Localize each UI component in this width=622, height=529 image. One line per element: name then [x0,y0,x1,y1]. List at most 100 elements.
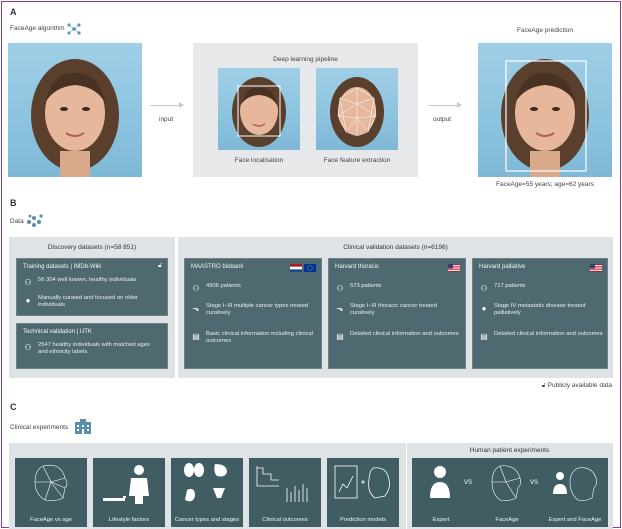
technical-line1-row: ⚇ 2547 healthy individuals with matched … [23,342,161,356]
publicly-available-note: 🔓︎ Publicly available data [542,382,612,390]
prediction-title: FaceAge prediction [516,27,573,34]
face-localisation-photo [218,68,300,150]
tile-faceage-vs-age-label: FaceAge vs age [30,516,72,523]
clinical-record-icon: ▤ [192,331,200,341]
maastro-patients-row: ⚇ 4906 patients [191,283,241,293]
output-label: output [433,116,452,123]
face-feature-extraction-caption: Face feature extraction [323,157,391,164]
maastro-line3: Basic clinical information including cli… [206,331,313,344]
expert-label: Expert [432,517,450,523]
hospital-icon [74,418,92,434]
maastro-patients: 4906 patients [206,283,241,289]
maastro-line2: Stage I–III multiple cancer types treate… [206,303,309,316]
human-experiments-icons [430,465,597,501]
training-line1: 56 304 well known, healthy individuals [38,277,137,283]
faceage-label: FaceAge [495,517,519,523]
vs-label-1: VS [464,480,473,486]
publicly-available-text: Publicly available data [547,382,612,389]
us-flag-icon [590,264,602,272]
outcomes-chart-icon [256,466,308,502]
input-face-photo [8,43,142,177]
treatment-icon: ⬎ [336,303,344,313]
input-label: input [159,116,174,123]
data-label: Data [10,218,24,225]
training-line2: Manually curated and focused on older in… [38,295,138,308]
treatment-icon: ⬎ [192,303,200,313]
harvard-thoracic-patients: 573 patients [350,283,382,289]
clinical-validation-title: Clinical validation datasets (n=6196) [343,244,448,251]
training-line1-row: ⚇ 56 304 well known, healthy individuals [23,277,136,287]
human-experiments-tile: VS VS Expert FaceAge Expert and FaceAge [412,458,608,527]
harvard-thoracic-line2-row: ⬎ Stage I–III thoracic cancer treated cu… [335,303,461,317]
clinical-record-icon: ▤ [336,331,344,341]
open-lock-icon: 🔓︎ [541,382,546,389]
output-arrowhead [457,102,462,108]
data-cluster-icon [25,212,45,228]
harvard-palliative-line2: Stage IV metastatic disease treated pall… [494,303,586,316]
harvard-thoracic-card: Harvard thoracic ⚇ 573 patients ⬎ Stage … [328,258,466,369]
tile-cancer-types: Cancer types and stages [171,458,243,527]
input-arrowhead [179,102,184,108]
harvard-palliative-line3-row: ▤ Detailed clinical information and outc… [479,331,603,341]
tile-clinical-outcomes: Clinical outcomes [249,458,321,527]
face-feature-extraction-photo [316,68,398,150]
group-icon: ⚇ [24,277,32,287]
maastro-title: MAASTRO biobank [191,264,244,270]
tile-lifestyle-factors-label: Lifestyle factors [108,516,150,523]
network-icon [67,22,81,36]
section-a-letter: A [10,7,17,17]
training-dataset-card: Training datasets | IMDb-Wiki 🔓︎ ⚇ 56 30… [16,258,168,316]
tile-cancer-types-label: Cancer types and stages [174,516,240,523]
harvard-palliative-title: Harvard palliative [479,264,526,270]
maastro-line2-row: ⬎ Stage I–III multiple cancer types trea… [191,303,317,317]
harvard-palliative-patients: 717 patients [494,283,526,289]
harvard-palliative-line2-row: ● Stage IV metastatic disease treated pa… [479,303,603,317]
input-arrow [150,105,182,106]
faceage-algorithm-label: FaceAge algorithm [10,25,65,32]
technical-validation-card: Technical validation | UTK ⚇ 2547 health… [16,323,168,369]
section-b-letter: B [10,198,17,208]
tile-prediction-models: Prediction models [327,458,399,527]
harvard-palliative-patients-row: ⚇ 717 patients [479,283,526,293]
harvard-thoracic-line3-row: ▤ Detailed clinical information and outc… [335,331,461,341]
tile-clinical-outcomes-label: Clinical outcomes [262,516,308,523]
harvard-thoracic-line2: Stage I–III thoracic cancer treated cura… [350,303,438,316]
section-c-letter: C [10,402,17,412]
harvard-palliative-card: Harvard palliative ⚇ 717 patients ● Stag… [472,258,608,369]
prediction-result: FaceAge=55 years; age=62 years [496,181,594,188]
experiments-divider [406,443,407,529]
harvard-thoracic-patients-row: ⚇ 573 patients [335,283,382,293]
pipeline-title: Deep learning pipeline [273,56,338,63]
harvard-thoracic-line3: Detailed clinical information and outcom… [350,331,459,337]
group-icon: ⚇ [480,283,488,293]
prediction-model-icon [334,465,390,499]
tile-faceage-vs-age: FaceAge vs age [15,458,87,527]
organs-icon [184,463,227,502]
person-icon: ● [481,303,487,313]
training-line2-row: ● Manually curated and focused on older … [23,295,159,309]
group-icon: ⚇ [192,283,200,293]
harvard-palliative-line3: Detailed clinical information and outcom… [494,331,603,337]
group-icon: ⚇ [336,283,344,293]
group-icon: ⚇ [24,342,32,352]
person-icon: ● [25,295,31,305]
technical-validation-title: Technical validation | UTK [23,329,92,335]
output-arrow [428,105,460,106]
tile-lifestyle-factors: Lifestyle factors [93,458,165,527]
tile-prediction-models-label: Prediction models [339,516,387,523]
maastro-line3-row: ▤ Basic clinical information including c… [191,331,317,345]
open-lock-icon: 🔓︎ [158,263,162,269]
us-flag-icon [448,264,460,272]
harvard-thoracic-title: Harvard thoracic [335,264,380,270]
training-dataset-title: Training datasets | IMDb-Wiki [23,264,102,270]
face-localisation-caption: Face localisation [234,157,284,164]
netherlands-flag-icon [290,264,302,272]
human-experiments-title: Human patient experiments [469,447,550,454]
clinical-experiments-label: Clinical experiments [10,424,69,431]
discovery-title: Discovery datasets (n=58 851) [47,244,137,251]
clinical-record-icon: ▤ [480,331,488,341]
head-mesh-icon [34,464,68,501]
prediction-face-photo [478,43,612,177]
eu-flag-icon [304,264,316,272]
maastro-card: MAASTRO biobank ⚇ 4906 patients ⬎ Stage … [184,258,322,369]
